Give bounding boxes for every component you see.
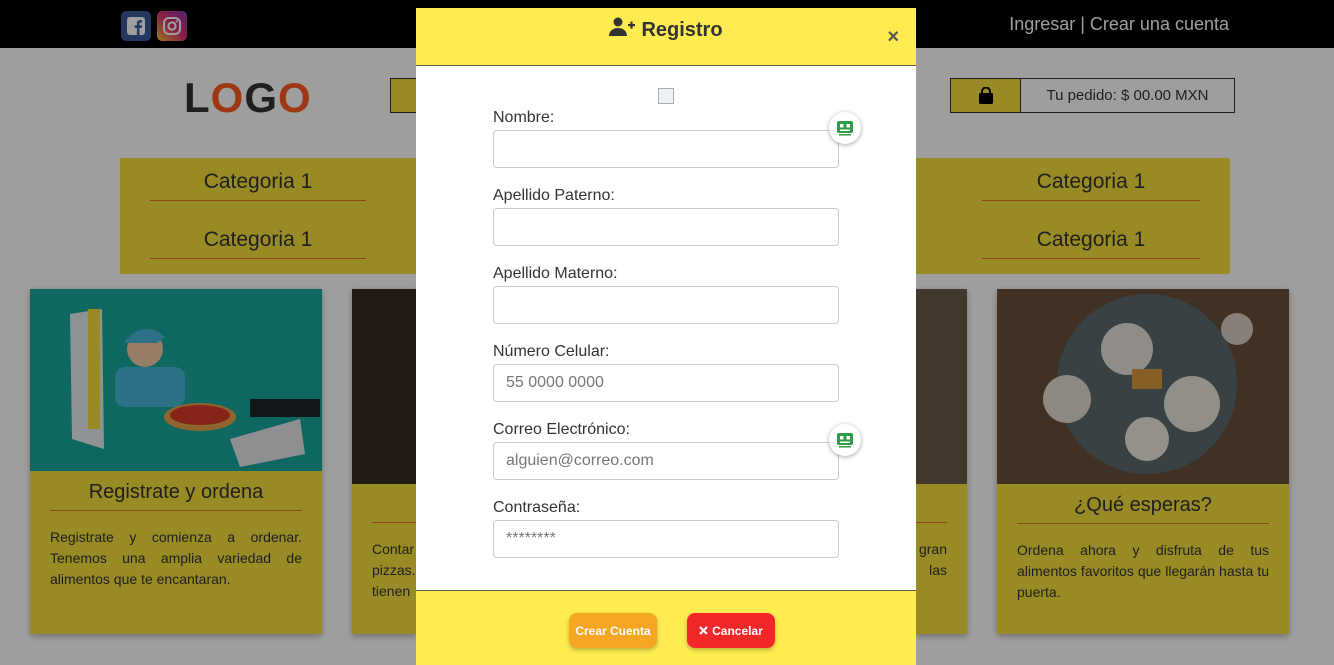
registration-modal: Registro × Nombre: Apellido Paterno: Ape… [416, 8, 916, 665]
apellido-paterno-input[interactable] [493, 208, 839, 246]
correo-input[interactable] [493, 442, 839, 480]
close-icon [699, 624, 708, 638]
contrasena-label: Contraseña: [493, 499, 581, 516]
contrasena-input[interactable] [493, 520, 839, 558]
apellido-paterno-label: Apellido Paterno: [493, 187, 615, 204]
user-plus-icon [609, 17, 636, 43]
cancel-button[interactable]: Cancelar [687, 613, 775, 648]
autofill-extension-icon[interactable] [829, 424, 861, 456]
create-account-label: Crear Cuenta [575, 623, 651, 638]
create-account-button[interactable]: Crear Cuenta [569, 613, 657, 648]
apellido-materno-label: Apellido Materno: [493, 265, 618, 282]
modal-footer: Crear Cuenta Cancelar [416, 590, 916, 665]
modal-header: Registro × [416, 8, 916, 66]
apellido-materno-input[interactable] [493, 286, 839, 324]
celular-label: Número Celular: [493, 343, 610, 360]
celular-input[interactable] [493, 364, 839, 402]
nombre-input[interactable] [493, 130, 839, 168]
nombre-label: Nombre: [493, 109, 555, 126]
close-button[interactable]: × [887, 27, 899, 47]
autofill-extension-icon[interactable] [829, 112, 861, 144]
broken-image-icon [658, 88, 674, 104]
modal-title-text: Registro [641, 18, 723, 41]
modal-title: Registro [416, 17, 916, 43]
correo-label: Correo Electrónico: [493, 421, 630, 438]
cancel-label: Cancelar [712, 623, 763, 638]
